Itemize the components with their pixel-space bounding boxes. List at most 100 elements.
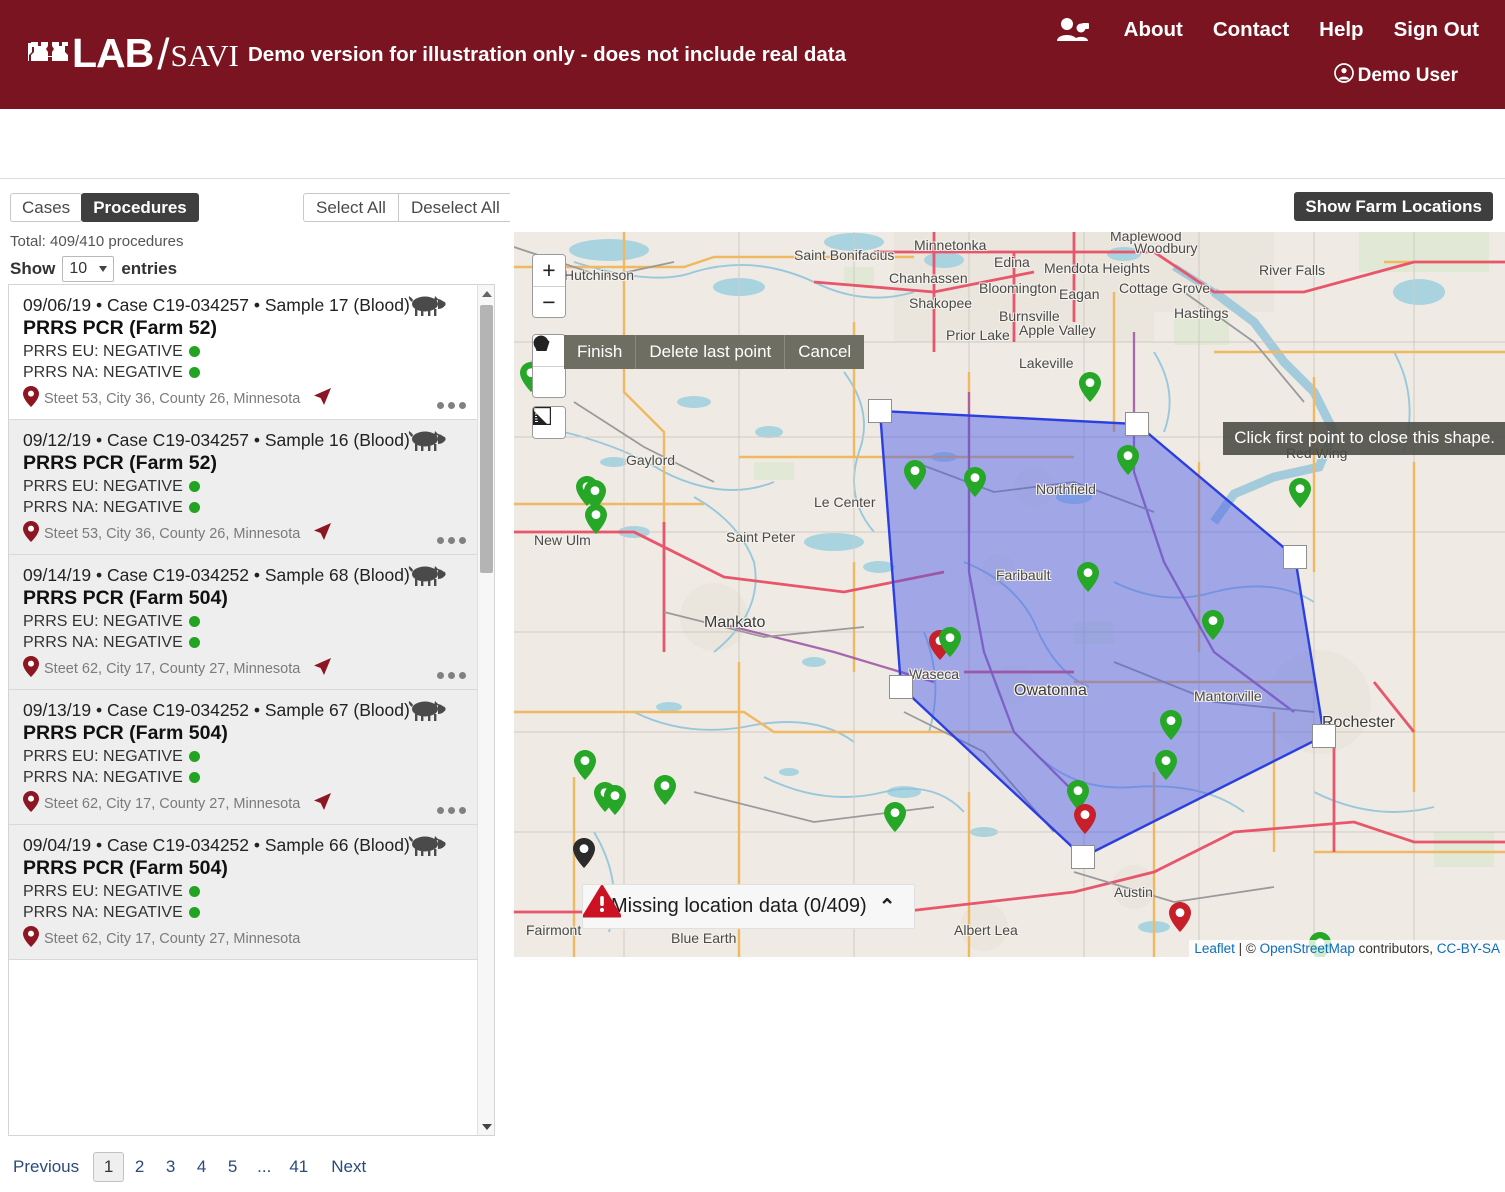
farm-marker-green[interactable] bbox=[1160, 710, 1182, 740]
navigate-arrow-icon[interactable] bbox=[313, 657, 332, 681]
pagination-page-1[interactable]: 1 bbox=[93, 1152, 125, 1182]
list-item[interactable]: 09/12/19 • Case C19-034257 • Sample 16 (… bbox=[9, 420, 479, 555]
draw-circle-button[interactable] bbox=[533, 335, 565, 397]
polygon-vertex-handle[interactable] bbox=[1125, 412, 1149, 436]
farm-marker-green[interactable] bbox=[1117, 445, 1139, 475]
list-item[interactable]: 09/14/19 • Case C19-034252 • Sample 68 (… bbox=[9, 555, 479, 690]
pagination-page-5[interactable]: 5 bbox=[217, 1152, 248, 1182]
list-item-menu-button[interactable] bbox=[437, 537, 466, 544]
pig-icon bbox=[408, 293, 446, 324]
results-scrollbar[interactable] bbox=[477, 285, 494, 1135]
list-item[interactable]: 09/06/19 • Case C19-034257 • Sample 17 (… bbox=[9, 285, 479, 420]
nav-link-sign-out[interactable]: Sign Out bbox=[1394, 18, 1479, 42]
list-item-menu-button[interactable] bbox=[437, 807, 466, 814]
show-farm-locations-button[interactable]: Show Farm Locations bbox=[1294, 192, 1493, 221]
farm-marker-green[interactable] bbox=[884, 802, 906, 832]
scrollbar-thumb[interactable] bbox=[480, 305, 493, 573]
farm-marker-green[interactable] bbox=[585, 504, 607, 534]
polygon-vertex-handle[interactable] bbox=[889, 675, 913, 699]
location-text: Steet 62, City 17, County 27, Minnesota bbox=[44, 931, 301, 947]
nav-link-help[interactable]: Help bbox=[1319, 18, 1363, 42]
logo-slash: / bbox=[157, 30, 170, 79]
status-dot-negative bbox=[188, 772, 200, 783]
entries-value: 10 bbox=[69, 260, 88, 277]
measure-button[interactable] bbox=[533, 407, 565, 438]
current-user[interactable]: Demo User bbox=[1333, 63, 1458, 89]
pagination-page-last[interactable]: 41 bbox=[280, 1152, 317, 1182]
brand-logo[interactable]: LAB / SAVI bbox=[28, 28, 239, 78]
list-item-result-eu: PRRS EU: NEGATIVE bbox=[23, 476, 467, 497]
farm-marker-green[interactable] bbox=[1202, 610, 1224, 640]
farm-marker-red[interactable] bbox=[1169, 902, 1191, 932]
results-scroll-content: 09/06/19 • Case C19-034257 • Sample 17 (… bbox=[9, 285, 479, 1135]
pagination-page-2[interactable]: 2 bbox=[124, 1152, 155, 1182]
polygon-vertex-handle[interactable] bbox=[1071, 845, 1095, 869]
list-item-menu-button[interactable] bbox=[437, 402, 466, 409]
result-na-label: PRRS NA: NEGATIVE bbox=[23, 904, 183, 921]
chevron-down-icon bbox=[481, 1123, 492, 1130]
polygon-vertex-handle[interactable] bbox=[1283, 545, 1307, 569]
list-item-title: PRRS PCR (Farm 504) bbox=[23, 722, 228, 744]
farm-marker-black[interactable] bbox=[573, 838, 595, 868]
draw-delete-last-point-button[interactable]: Delete last point bbox=[636, 335, 786, 369]
farm-marker-green[interactable] bbox=[964, 467, 986, 497]
navigate-arrow-icon[interactable] bbox=[313, 387, 332, 411]
pagination-page-3[interactable]: 3 bbox=[155, 1152, 186, 1182]
pagination-page-4[interactable]: 4 bbox=[186, 1152, 217, 1182]
list-item[interactable]: 09/04/19 • Case C19-034252 • Sample 66 (… bbox=[9, 825, 479, 960]
navigate-arrow-icon[interactable] bbox=[313, 522, 332, 546]
leaflet-link[interactable]: Leaflet bbox=[1194, 941, 1235, 956]
farm-marker-green[interactable] bbox=[574, 750, 596, 780]
result-na-label: PRRS NA: NEGATIVE bbox=[23, 364, 183, 381]
select-all-button[interactable]: Select All bbox=[303, 193, 399, 222]
results-panel: Cases Procedures Select All Deselect All… bbox=[0, 180, 513, 1182]
zoom-in-button[interactable]: + bbox=[533, 255, 565, 286]
chevron-down-icon bbox=[99, 266, 108, 272]
farm-marker-green[interactable] bbox=[1289, 478, 1311, 508]
status-dot-negative bbox=[188, 886, 200, 897]
draw-finish-button[interactable]: Finish bbox=[564, 335, 637, 369]
gopher-logo-icon bbox=[28, 38, 68, 68]
farm-marker-red[interactable] bbox=[1074, 804, 1096, 834]
license-link[interactable]: CC-BY-SA bbox=[1437, 941, 1500, 956]
list-item-menu-button[interactable] bbox=[437, 672, 466, 679]
farm-marker-green[interactable] bbox=[1079, 372, 1101, 402]
results-list[interactable]: 09/06/19 • Case C19-034257 • Sample 17 (… bbox=[8, 284, 495, 1136]
openstreetmap-link[interactable]: OpenStreetMap bbox=[1260, 941, 1355, 956]
missing-location-banner[interactable]: Missing location data (0/409) ⌃ bbox=[582, 884, 916, 929]
farm-marker-green[interactable] bbox=[904, 460, 926, 490]
scroll-down-button[interactable] bbox=[478, 1118, 494, 1135]
nav-link-about[interactable]: About bbox=[1124, 18, 1183, 42]
status-dot-negative bbox=[188, 907, 200, 918]
tab-cases[interactable]: Cases bbox=[10, 193, 83, 222]
users-lock-icon[interactable] bbox=[1056, 17, 1090, 43]
farm-marker-green[interactable] bbox=[604, 785, 626, 815]
result-na-label: PRRS NA: NEGATIVE bbox=[23, 769, 183, 786]
navigate-arrow-icon[interactable] bbox=[313, 792, 332, 816]
map-canvas[interactable]: Hutchinson Saint Bonifacius Minnetonka E… bbox=[514, 232, 1505, 957]
pagination-previous[interactable]: Previous bbox=[8, 1152, 84, 1182]
entries-per-page-select[interactable]: 10 bbox=[62, 256, 115, 282]
farm-marker-green[interactable] bbox=[1155, 750, 1177, 780]
deselect-all-button[interactable]: Deselect All bbox=[397, 193, 513, 222]
zoom-out-button[interactable]: − bbox=[533, 286, 565, 317]
pagination: Previous 1 2 3 4 5 ... 41 Next bbox=[8, 1142, 495, 1192]
list-item[interactable]: 09/13/19 • Case C19-034252 • Sample 67 (… bbox=[9, 690, 479, 825]
pagination-next[interactable]: Next bbox=[326, 1152, 371, 1182]
polygon-vertex-handle[interactable] bbox=[1312, 724, 1336, 748]
result-eu-label: PRRS EU: NEGATIVE bbox=[23, 478, 183, 495]
polygon-vertex-handle[interactable] bbox=[868, 399, 892, 423]
chevron-up-icon[interactable]: ⌃ bbox=[879, 897, 896, 917]
location-text: Steet 62, City 17, County 27, Minnesota bbox=[44, 796, 301, 812]
tab-procedures[interactable]: Procedures bbox=[81, 193, 199, 222]
farm-marker-green[interactable] bbox=[1077, 562, 1099, 592]
list-item-location: Steet 53, City 36, County 26, Minnesota bbox=[23, 521, 467, 547]
nav-link-contact[interactable]: Contact bbox=[1213, 18, 1289, 42]
scroll-up-button[interactable] bbox=[478, 285, 494, 302]
user-name-label: Demo User bbox=[1357, 65, 1458, 86]
farm-marker-green[interactable] bbox=[654, 775, 676, 805]
zoom-controls: + − bbox=[532, 254, 566, 318]
draw-cancel-button[interactable]: Cancel bbox=[785, 335, 864, 369]
farm-marker-green[interactable] bbox=[939, 627, 961, 657]
draw-controls bbox=[532, 334, 566, 398]
